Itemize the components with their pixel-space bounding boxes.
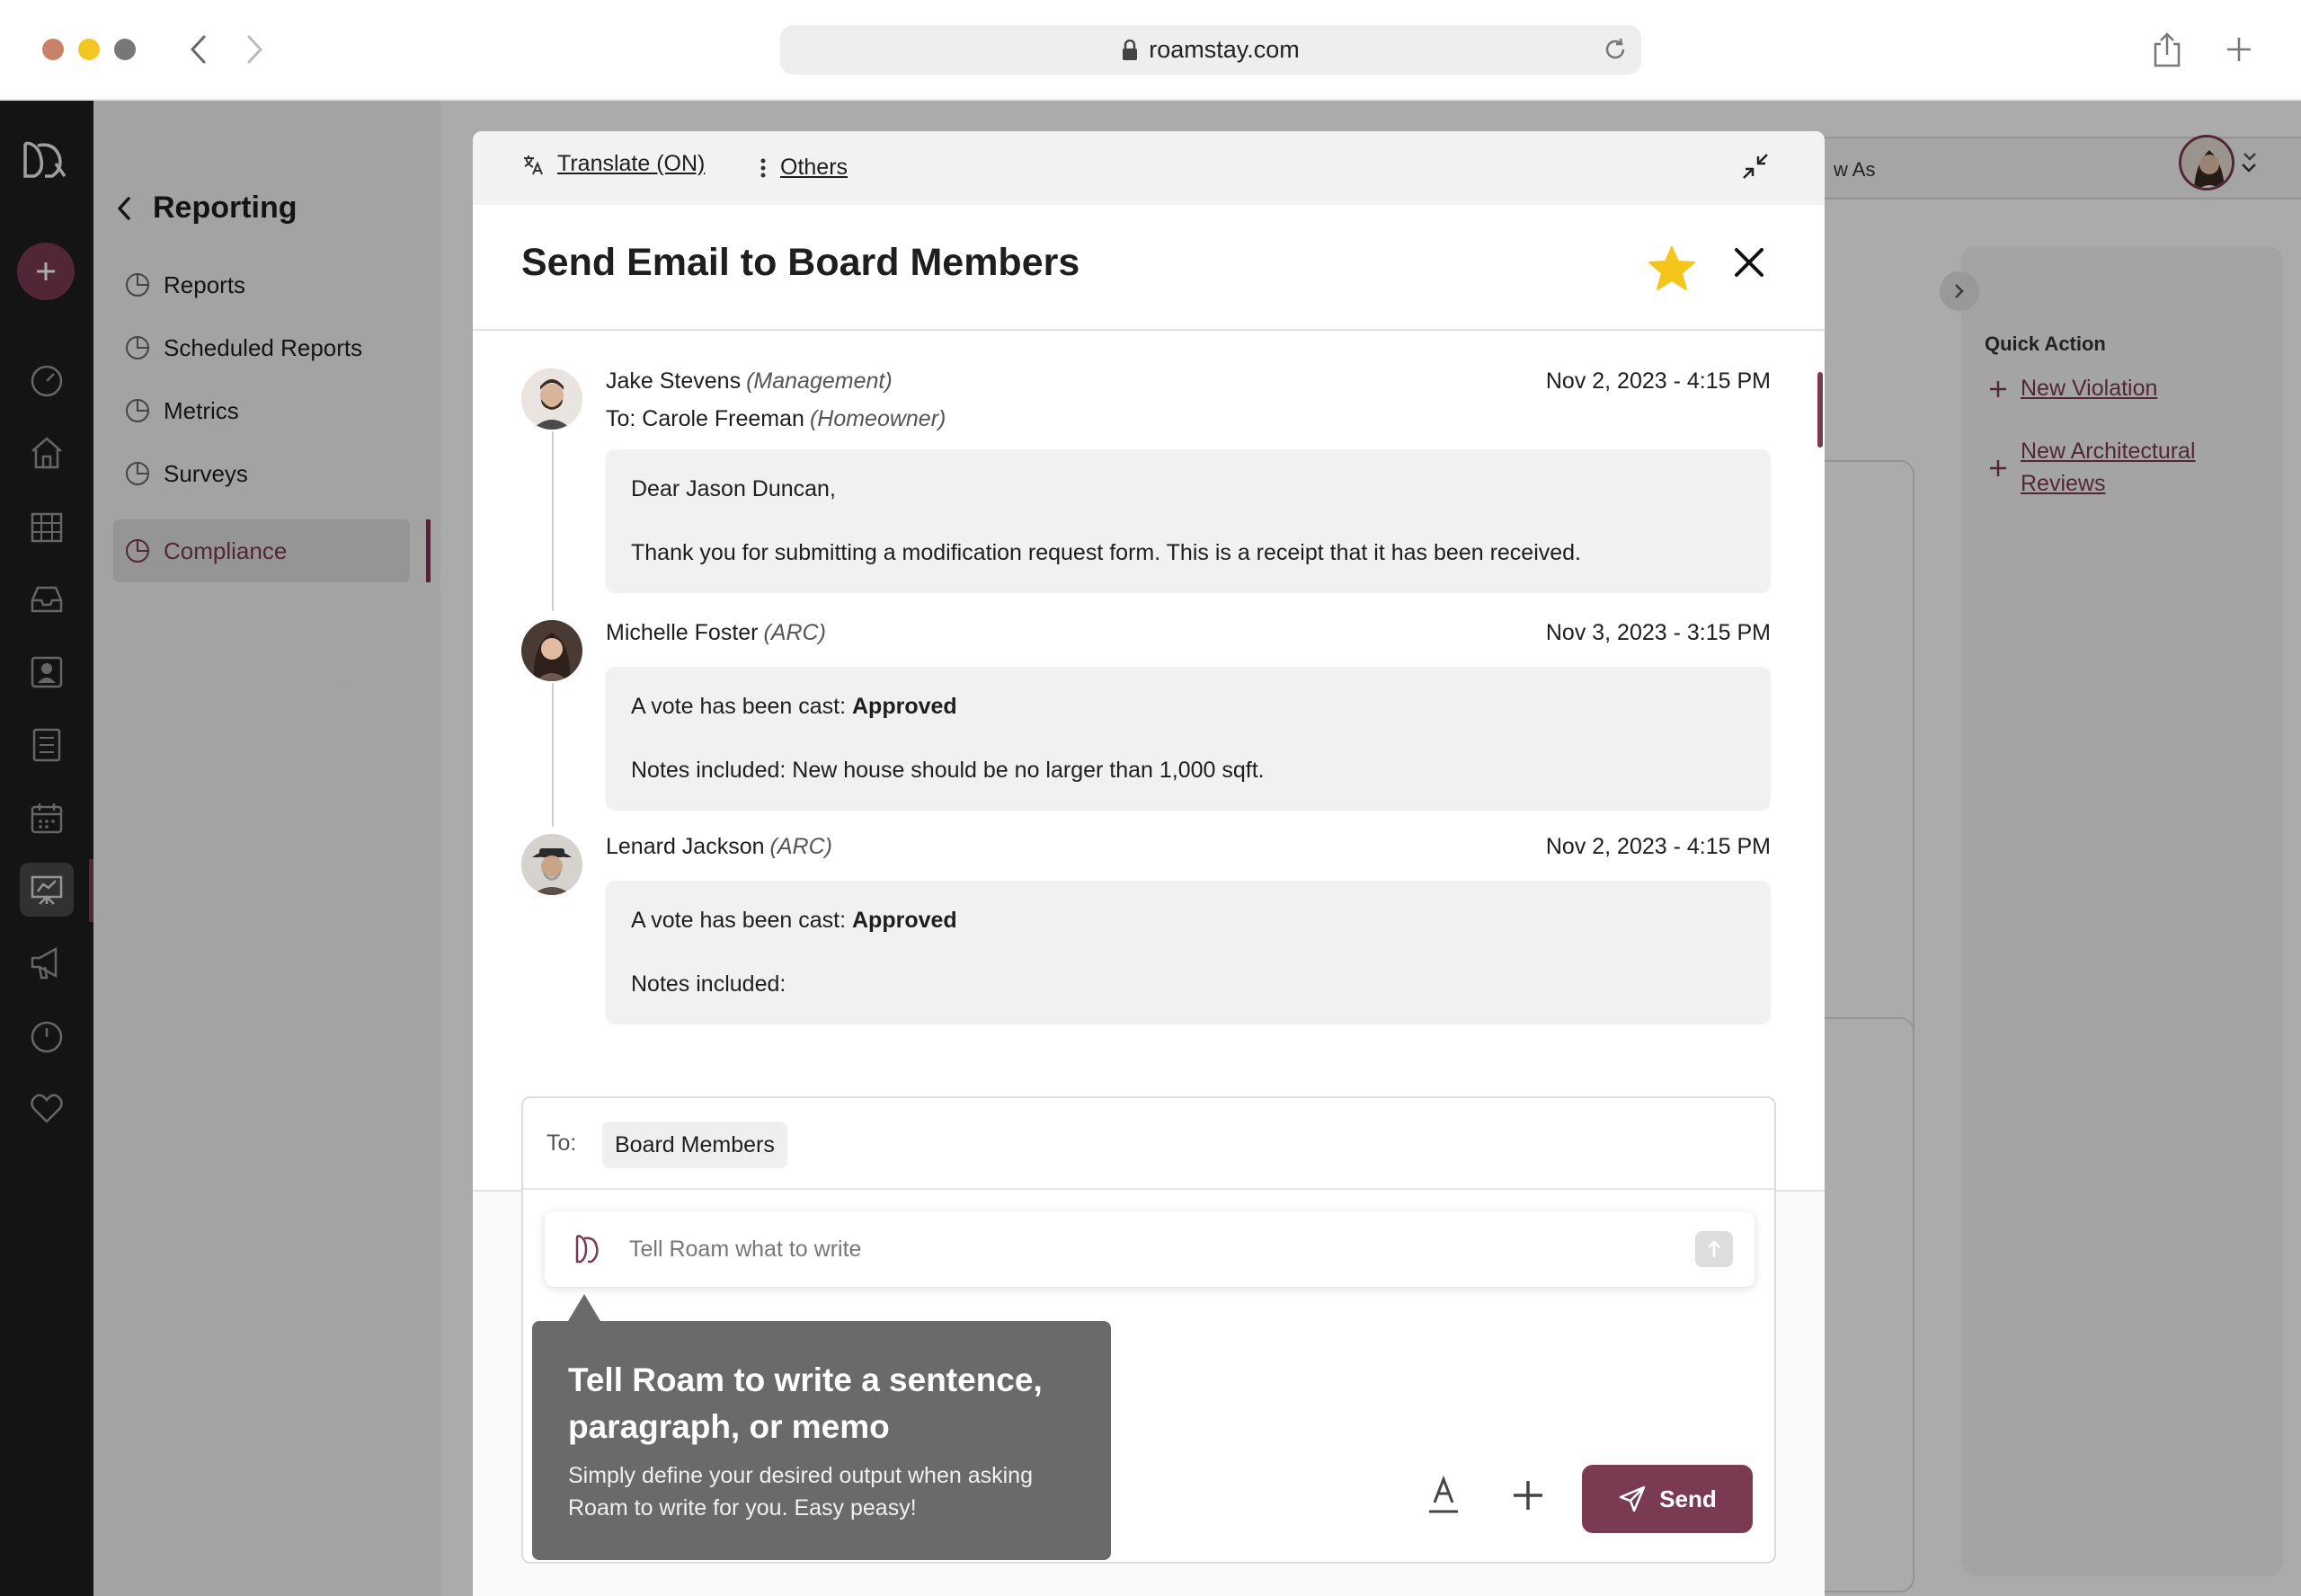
thread-connector xyxy=(552,431,554,611)
forward-button[interactable] xyxy=(232,27,277,72)
notes-line: Notes included: New house should be no l… xyxy=(631,758,1265,783)
sender-name: Jake Stevens (Management) xyxy=(606,368,893,394)
others-menu[interactable]: Others xyxy=(759,155,848,181)
zoom-window-button[interactable] xyxy=(114,39,136,60)
translate-toggle[interactable]: Translate (ON) xyxy=(521,151,705,177)
to-label: To: xyxy=(546,1130,577,1156)
reload-icon[interactable] xyxy=(1602,36,1629,69)
translate-icon xyxy=(524,155,543,174)
text-format-icon xyxy=(1429,1476,1458,1513)
sender-name: Lenard Jackson (ARC) xyxy=(606,834,832,859)
ai-tooltip: Tell Roam to write a sentence, paragraph… xyxy=(532,1294,1111,1560)
close-icon[interactable] xyxy=(1731,244,1767,285)
ai-prompt-placeholder: Tell Roam what to write xyxy=(629,1237,862,1262)
message-body: A vote has been cast: Approved Notes inc… xyxy=(606,667,1771,811)
send-button[interactable]: Send xyxy=(1582,1465,1753,1533)
notes-line: Notes included: xyxy=(631,971,786,997)
vote-status: Approved xyxy=(852,908,957,933)
sender-name: Michelle Foster (ARC) xyxy=(606,620,826,645)
thread-connector xyxy=(552,683,554,827)
plus-icon xyxy=(1514,1481,1542,1510)
chevron-left-icon xyxy=(191,35,206,64)
tooltip-arrow xyxy=(568,1294,600,1321)
recipient-line: To: Carole Freeman (Homeowner) xyxy=(606,406,946,431)
send-label: Send xyxy=(1659,1485,1717,1512)
lock-icon xyxy=(1123,39,1138,60)
message-line: Thank you for submitting a modification … xyxy=(631,540,1582,565)
chevron-right-icon xyxy=(247,35,262,64)
vote-line: A vote has been cast: Approved xyxy=(631,694,957,719)
message-body: A vote has been cast: Approved Notes inc… xyxy=(606,881,1771,1024)
arrow-up-icon xyxy=(1708,1240,1720,1257)
minimize-window-button[interactable] xyxy=(78,39,100,60)
share-icon xyxy=(2154,32,2181,67)
new-tab-button[interactable] xyxy=(2217,27,2261,72)
modal-title: Send Email to Board Members xyxy=(521,241,1080,284)
more-vertical-icon xyxy=(760,158,766,177)
vote-line: A vote has been cast: Approved xyxy=(631,908,957,933)
message-date: Nov 3, 2023 - 3:15 PM xyxy=(1545,620,1771,645)
message-line: Dear Jason Duncan, xyxy=(631,476,836,501)
back-button[interactable] xyxy=(176,27,221,72)
url-text: roamstay.com xyxy=(1149,36,1300,63)
tooltip-title: Tell Roam to write a sentence, paragraph… xyxy=(568,1361,1043,1445)
plus-icon xyxy=(2227,38,2251,61)
avatar xyxy=(521,620,582,681)
message-thread[interactable]: Jake Stevens (Management) Nov 2, 2023 - 4… xyxy=(473,332,1825,1192)
share-button[interactable] xyxy=(2145,27,2190,72)
modal-header: Send Email to Board Members xyxy=(473,205,1825,331)
address-bar[interactable]: roamstay.com xyxy=(780,25,1641,75)
minimize-modal-button[interactable] xyxy=(1740,151,1771,186)
scrollbar-thumb[interactable] xyxy=(1817,372,1823,448)
to-field[interactable]: To: Board Members xyxy=(523,1098,1774,1190)
vote-status: Approved xyxy=(852,694,957,719)
submit-prompt-button[interactable] xyxy=(1695,1231,1733,1267)
message-date: Nov 2, 2023 - 4:15 PM xyxy=(1545,834,1771,859)
tooltip-body: Simply define your desired output when a… xyxy=(568,1463,1033,1521)
avatar xyxy=(521,834,582,895)
message-body: Dear Jason Duncan, Thank you for submitt… xyxy=(606,449,1771,593)
collapse-icon xyxy=(1743,154,1768,179)
ai-prompt-input[interactable]: Tell Roam what to write xyxy=(545,1211,1755,1287)
star-icon[interactable] xyxy=(1647,244,1697,297)
text-format-button[interactable] xyxy=(1422,1474,1465,1517)
modal-toolbar: Translate (ON) Others xyxy=(473,131,1825,205)
message-date: Nov 2, 2023 - 4:15 PM xyxy=(1545,368,1771,394)
close-window-button[interactable] xyxy=(42,39,64,60)
avatar xyxy=(521,368,582,430)
recipient-chip[interactable]: Board Members xyxy=(602,1122,787,1168)
browser-toolbar: roamstay.com xyxy=(0,0,2301,101)
attach-button[interactable] xyxy=(1506,1474,1550,1517)
roam-ai-icon xyxy=(572,1229,602,1270)
send-icon xyxy=(1619,1485,1646,1512)
